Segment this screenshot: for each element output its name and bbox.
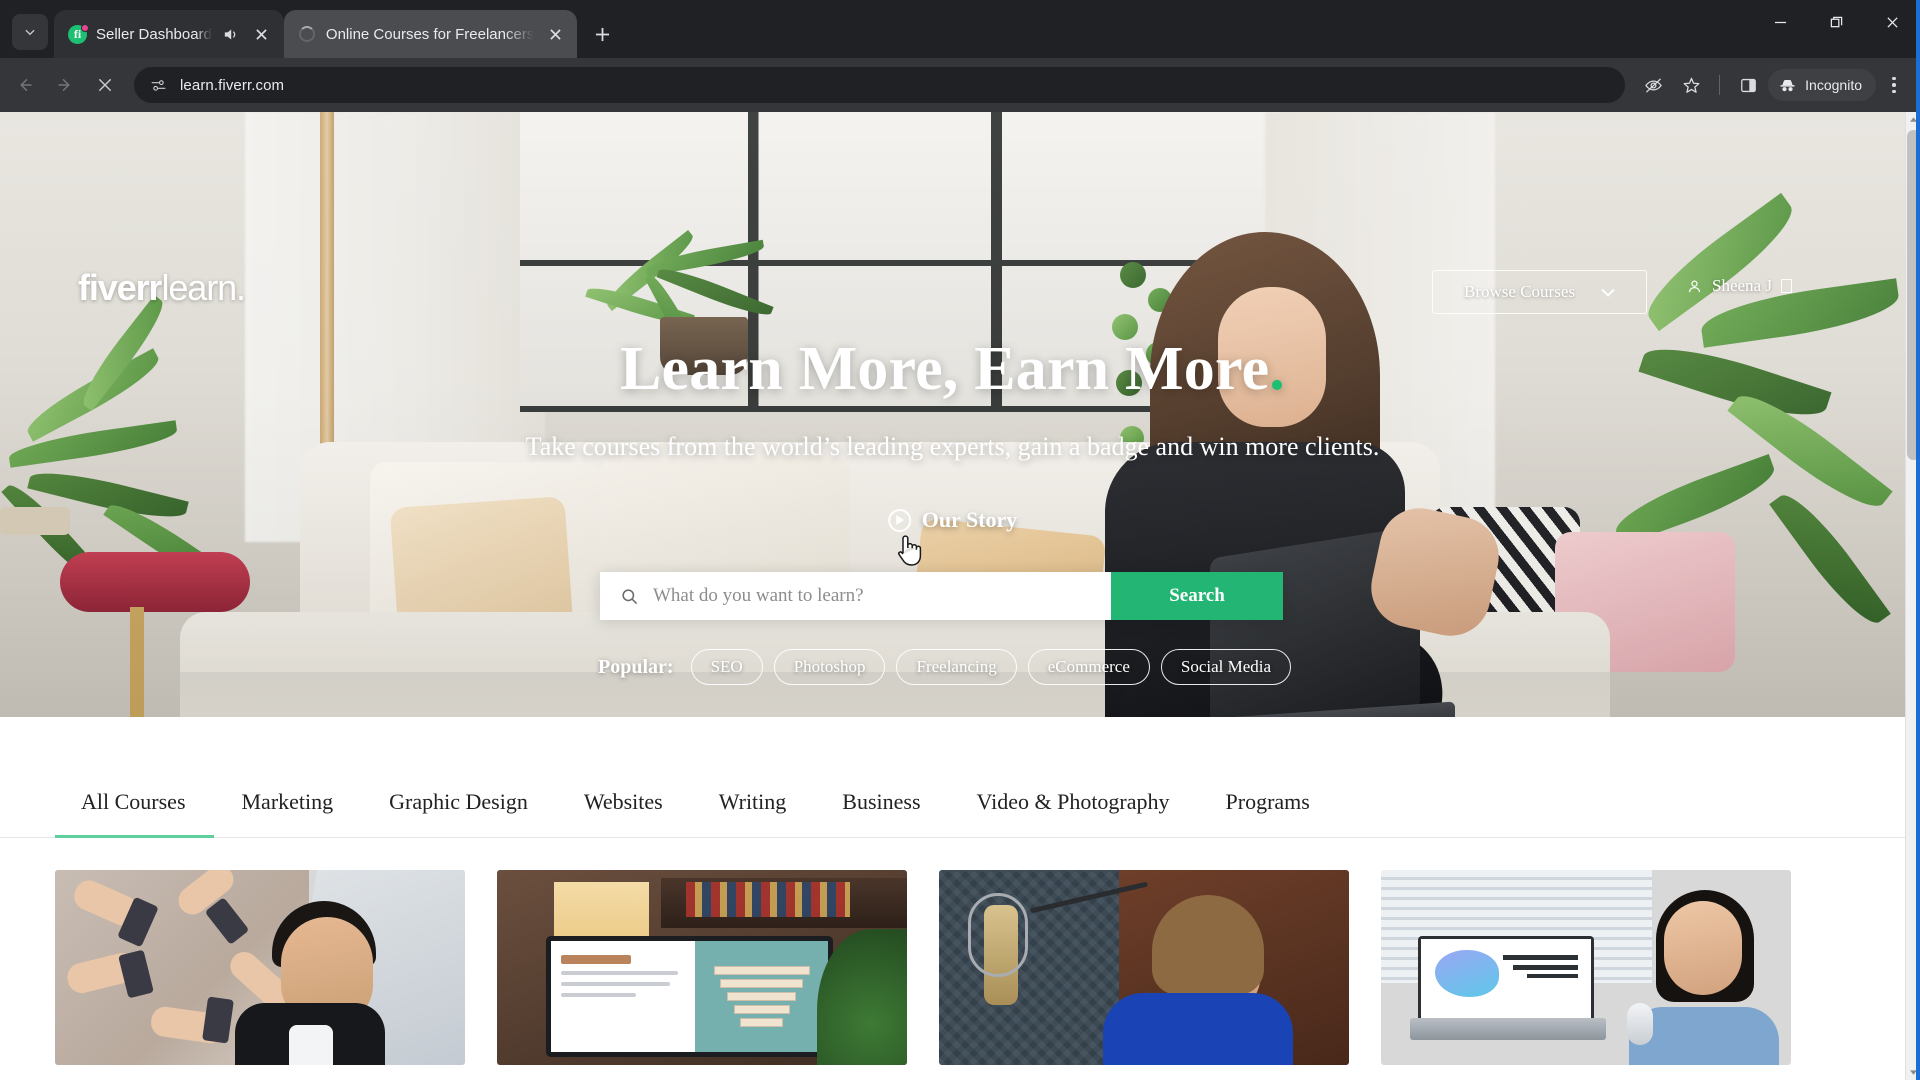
fiverr-icon: fi xyxy=(68,23,89,44)
popular-tag-freelancing[interactable]: Freelancing xyxy=(896,649,1017,685)
browse-courses-label: Browse Courses xyxy=(1464,282,1575,301)
our-story-label: Our Story xyxy=(921,507,1018,532)
search-placeholder: What do you want to learn? xyxy=(653,585,864,606)
close-icon[interactable] xyxy=(1864,0,1920,44)
courses-section: All Courses Marketing Graphic Design Web… xyxy=(0,789,1905,1065)
course-card[interactable] xyxy=(497,870,907,1065)
tab-title: Seller Dashboard xyxy=(96,25,212,43)
course-thumbnail-mobile-marketing[interactable] xyxy=(55,870,465,1065)
tab-websites[interactable]: Websites xyxy=(556,789,691,837)
new-tab-button[interactable] xyxy=(585,17,619,51)
user-menu[interactable]: Sheena J xyxy=(1686,276,1792,296)
window-controls xyxy=(1752,0,1920,58)
restore-icon[interactable] xyxy=(1808,0,1864,44)
play-circle-icon xyxy=(887,508,911,532)
tab-close-icon[interactable] xyxy=(543,22,567,46)
window-border-right xyxy=(1916,0,1920,1080)
hero-search-bar: What do you want to learn? Search xyxy=(600,572,1283,620)
tab-programs[interactable]: Programs xyxy=(1198,789,1338,837)
browser-window: fi Seller Dashboard Online Courses for F… xyxy=(0,0,1920,1080)
tab-writing[interactable]: Writing xyxy=(691,789,815,837)
hero-title-accent-dot: . xyxy=(1269,335,1285,403)
hero-title-text: Learn More, Earn More xyxy=(620,335,1270,403)
course-thumbnail-podcast[interactable] xyxy=(939,870,1349,1065)
search-icon xyxy=(622,588,638,604)
tab-all-courses[interactable]: All Courses xyxy=(55,789,214,838)
browser-toolbar: learn.fiverr.com Incognito xyxy=(0,58,1920,112)
hero-subtitle: Take courses from the world’s leading ex… xyxy=(525,432,1380,461)
incognito-profile-button[interactable]: Incognito xyxy=(1768,69,1876,101)
page-viewport: fiverrlearn. Browse Courses Sheena J Lea… xyxy=(0,112,1920,1080)
loading-spinner-icon xyxy=(298,25,317,44)
tab-close-icon[interactable] xyxy=(250,22,274,46)
course-thumbnail-desk-presenter[interactable] xyxy=(1381,870,1791,1065)
star-icon[interactable] xyxy=(1673,67,1709,103)
popular-tag-social-media[interactable]: Social Media xyxy=(1160,649,1292,685)
browser-tab-online-courses[interactable]: Online Courses for Freelancers xyxy=(283,10,578,58)
popular-tag-photoshop[interactable]: Photoshop xyxy=(773,649,886,685)
course-card[interactable] xyxy=(1381,870,1791,1065)
url-text: learn.fiverr.com xyxy=(180,76,285,94)
search-button[interactable]: Search xyxy=(1111,572,1283,620)
profile-label: Incognito xyxy=(1805,77,1862,93)
tab-search-icon[interactable] xyxy=(12,14,48,50)
logo-light-text: learn. xyxy=(161,267,246,308)
popular-tag-ecommerce[interactable]: eCommerce xyxy=(1027,649,1150,685)
logo-bold-text: fiverr xyxy=(78,267,163,308)
popular-label: Popular: xyxy=(598,655,674,678)
address-bar[interactable]: learn.fiverr.com xyxy=(134,67,1626,103)
pointer-hand-cursor xyxy=(898,535,922,566)
page-title: Learn More, Earn More. xyxy=(0,334,1905,405)
person-icon xyxy=(1688,280,1701,292)
minimize-icon[interactable] xyxy=(1752,0,1808,44)
hero-overlay: fiverrlearn. Browse Courses Sheena J Lea… xyxy=(0,112,1905,717)
eye-slash-icon[interactable] xyxy=(1635,67,1671,103)
incognito-icon xyxy=(1780,79,1795,91)
tab-strip: fi Seller Dashboard Online Courses for F… xyxy=(0,0,1920,58)
user-name: Sheena J xyxy=(1712,276,1772,295)
tab-graphic-design[interactable]: Graphic Design xyxy=(361,789,556,837)
tab-business[interactable]: Business xyxy=(814,789,948,837)
search-input[interactable]: What do you want to learn? xyxy=(600,572,1111,620)
tab-title: Online Courses for Freelancers xyxy=(325,25,535,43)
speaker-icon[interactable] xyxy=(221,26,241,43)
notification-dot-icon xyxy=(81,23,89,32)
forward-arrow-icon[interactable] xyxy=(46,66,84,104)
fiverr-learn-logo[interactable]: fiverrlearn. xyxy=(78,267,246,308)
stop-loading-icon[interactable] xyxy=(86,66,124,104)
three-dot-menu-icon[interactable] xyxy=(1878,67,1910,103)
browse-courses-button[interactable]: Browse Courses xyxy=(1432,270,1647,314)
course-card-grid xyxy=(0,838,1905,1065)
tab-marketing[interactable]: Marketing xyxy=(214,789,362,837)
toolbar-divider xyxy=(1719,75,1721,95)
hero-section: fiverrlearn. Browse Courses Sheena J Lea… xyxy=(0,112,1905,717)
category-tabs: All Courses Marketing Graphic Design Web… xyxy=(0,789,1905,838)
popular-tag-seo[interactable]: SEO xyxy=(690,649,763,685)
tab-video-photography[interactable]: Video & Photography xyxy=(949,789,1198,837)
course-card[interactable] xyxy=(939,870,1349,1065)
side-panel-icon[interactable] xyxy=(1730,67,1766,103)
browser-tab-seller-dashboard[interactable]: fi Seller Dashboard xyxy=(54,10,284,58)
user-badge-glyph xyxy=(1780,279,1792,293)
chevron-down-icon xyxy=(1601,288,1615,297)
popular-tags: Popular: SEO Photoshop Freelancing eComm… xyxy=(598,649,1292,685)
course-card[interactable] xyxy=(55,870,465,1065)
site-settings-icon[interactable] xyxy=(148,75,168,95)
back-arrow-icon[interactable] xyxy=(6,66,44,104)
course-thumbnail-marketing-funnel[interactable] xyxy=(497,870,907,1065)
